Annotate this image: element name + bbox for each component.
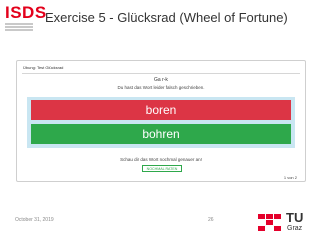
quiz-word: Ga r-k xyxy=(154,77,168,83)
tu-graz-logo-icon xyxy=(258,214,284,234)
quiz-hint: Schau dir das Wort nochmal genauer an! xyxy=(120,157,202,162)
option-correct[interactable]: bohren xyxy=(31,124,291,144)
quiz-feedback: Du hast das Wort leider falsch geschrieb… xyxy=(117,85,205,90)
tu-graz-logo: TU Graz xyxy=(256,210,316,238)
quiz-page-count: 1 von 2 xyxy=(283,175,297,180)
wheel-panel: boren bohren xyxy=(27,97,295,148)
quiz-divider xyxy=(22,73,300,74)
retry-button[interactable]: NOCHMAL RATEN xyxy=(142,165,182,172)
isds-logo-tagline xyxy=(5,23,35,31)
footer-date: October 31, 2019 xyxy=(15,217,54,223)
quiz-title: Übung: Test Glücksrad xyxy=(23,65,64,70)
isds-logo: ISDS xyxy=(5,3,47,32)
tu-graz-logo-subtext: Graz xyxy=(287,225,303,232)
slide-title: Exercise 5 - Glücksrad (Wheel of Fortune… xyxy=(45,10,288,25)
isds-logo-text: ISDS xyxy=(5,3,47,22)
quiz-frame: Übung: Test Glücksrad Ga r-k Du hast das… xyxy=(16,60,306,182)
tu-graz-logo-text: TU xyxy=(286,210,304,225)
footer-page-number: 26 xyxy=(208,217,214,223)
option-wrong[interactable]: boren xyxy=(31,100,291,120)
